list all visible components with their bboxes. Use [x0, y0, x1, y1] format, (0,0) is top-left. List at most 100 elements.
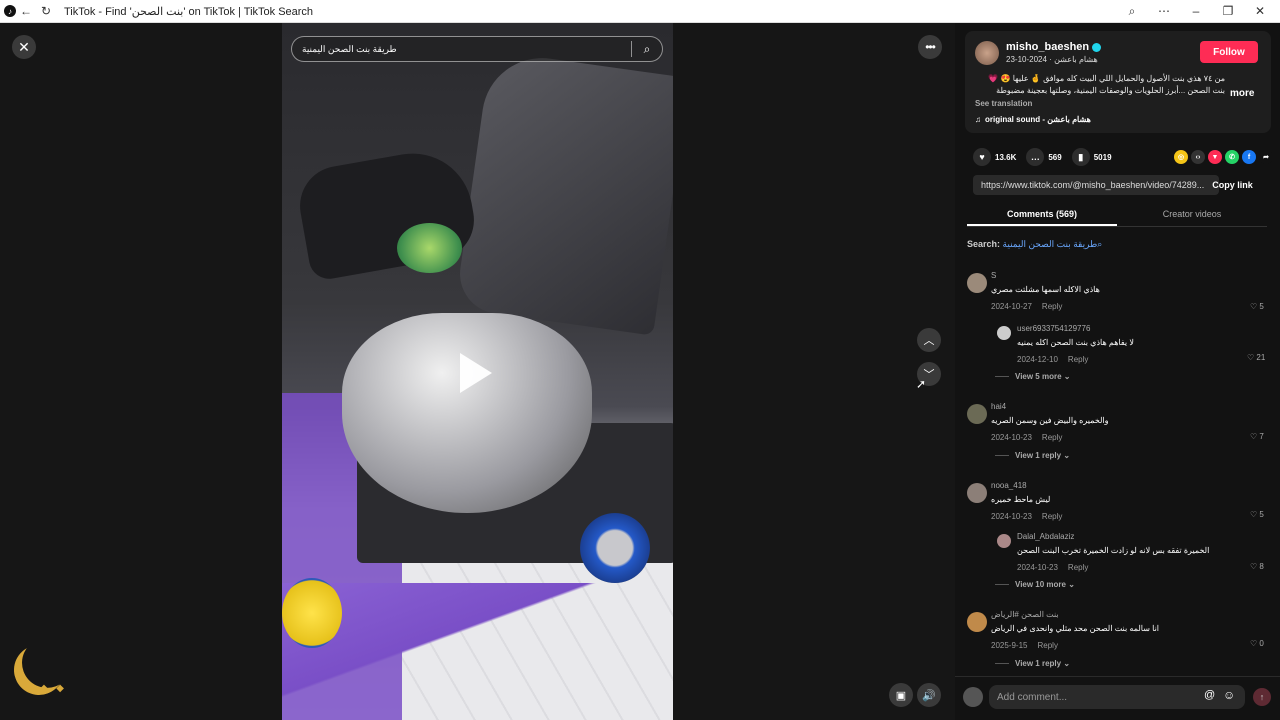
- reply-button[interactable]: Reply: [1042, 433, 1062, 442]
- avatar[interactable]: [967, 273, 987, 293]
- avatar[interactable]: [967, 483, 987, 503]
- comment-search-suggestion[interactable]: Search: طريقة بنت الصحن اليمنية⌕: [967, 239, 1102, 250]
- current-user-avatar: [963, 687, 983, 707]
- sound-link[interactable]: ♫ original sound - هشام باعشن: [975, 115, 1091, 124]
- comment-username[interactable]: Dalal_Abdalaziz: [1017, 532, 1074, 541]
- comment-text: ليش ماحط خميره: [991, 495, 1051, 504]
- view-replies[interactable]: View 1 reply ⌄: [995, 451, 1070, 460]
- embed-icon[interactable]: ‹›: [1191, 150, 1205, 164]
- close-player-button[interactable]: ✕: [12, 35, 36, 59]
- floating-player-button[interactable]: ▣: [889, 683, 913, 707]
- video-link-field[interactable]: https://www.tiktok.com/@misho_baeshen/vi…: [973, 175, 1219, 195]
- comment-like[interactable]: ♡ 21: [1247, 353, 1265, 362]
- view-more-replies[interactable]: View 10 more ⌄: [995, 580, 1075, 589]
- reply-button[interactable]: Reply: [1068, 563, 1088, 572]
- comment-username[interactable]: nooa_418: [991, 481, 1027, 490]
- comment-date: 2024-10-27: [991, 302, 1032, 311]
- tab-comments[interactable]: Comments (569): [967, 203, 1117, 226]
- heart-outline-icon: ♡: [1250, 510, 1260, 519]
- view-more-label: View 5 more: [1015, 372, 1062, 381]
- comment-like[interactable]: ♡ 8: [1250, 562, 1264, 571]
- emoji-icon[interactable]: ☺: [1223, 688, 1235, 702]
- comment-like[interactable]: ♡ 5: [1250, 302, 1264, 311]
- tab-creator-videos[interactable]: Creator videos: [1117, 203, 1267, 226]
- verified-icon: [1092, 42, 1102, 52]
- save-button[interactable]: ▮ 5019: [1071, 148, 1112, 166]
- post-date: 2024-10-23: [1006, 55, 1047, 64]
- close-window-icon[interactable]: ✕: [1246, 4, 1274, 19]
- comment-like[interactable]: ♡ 0: [1250, 639, 1264, 648]
- send-share-icon[interactable]: ▼: [1208, 150, 1222, 164]
- more-options-icon[interactable]: ⋯: [1150, 4, 1178, 19]
- coin-share-icon[interactable]: ◎: [1174, 150, 1188, 164]
- yellow-bowl: [282, 578, 342, 648]
- comment-username[interactable]: بنت الصحن #الرياض: [991, 610, 1059, 619]
- mention-icon[interactable]: @: [1204, 689, 1215, 701]
- sound-label: original sound: [985, 115, 1041, 124]
- more-link[interactable]: more: [1230, 88, 1254, 99]
- whatsapp-icon[interactable]: ✆: [1225, 150, 1239, 164]
- previous-video-button[interactable]: ︿: [917, 328, 941, 352]
- comment-text: الخميرة تفقه بس لانه لو زادت الخميرة تخر…: [1017, 546, 1210, 555]
- reload-icon[interactable]: ↻: [36, 0, 56, 23]
- avatar[interactable]: [997, 326, 1011, 340]
- reply-button[interactable]: Reply: [1068, 355, 1088, 364]
- zoom-icon[interactable]: ⌕: [1118, 4, 1146, 19]
- minimize-icon[interactable]: –: [1182, 4, 1210, 19]
- comment-username[interactable]: S: [991, 271, 996, 280]
- speaker-icon: 🔊: [922, 689, 936, 702]
- volume-button[interactable]: 🔊: [917, 683, 941, 707]
- see-translation-link[interactable]: See translation: [975, 99, 1032, 108]
- video-search-query[interactable]: طريقة بنت الصحن اليمنية: [292, 44, 631, 55]
- play-icon[interactable]: [460, 353, 492, 393]
- author-avatar[interactable]: [975, 41, 999, 65]
- comment-meta: 2024-10-27 Reply: [991, 302, 1062, 311]
- search-icon[interactable]: ⌕: [632, 42, 662, 57]
- restore-icon[interactable]: ❐: [1214, 4, 1242, 19]
- like-button[interactable]: ♥ 13.6K: [973, 148, 1016, 166]
- author-username[interactable]: misho_baeshen: [1006, 41, 1102, 53]
- like-count: 8: [1259, 562, 1264, 571]
- avatar[interactable]: [997, 534, 1011, 548]
- heart-outline-icon: ♡: [1250, 562, 1260, 571]
- search-keyword[interactable]: طريقة بنت الصحن اليمنية: [1003, 239, 1098, 249]
- comment-meta: 2024-10-23 Reply: [1017, 563, 1088, 572]
- comment-like[interactable]: ♡ 5: [1250, 510, 1264, 519]
- comment-date: 2024-10-23: [1017, 563, 1058, 572]
- avatar[interactable]: [967, 612, 987, 632]
- video-player[interactable]: طريقة بنت الصحن اليمنية ⌕: [282, 23, 673, 720]
- video-search-bar[interactable]: طريقة بنت الصحن اليمنية ⌕: [291, 36, 663, 62]
- share-icons: ◎ ‹› ▼ ✆ f ➦: [1174, 150, 1273, 164]
- comment-item: بنت الصحن #الرياض انا سالمه بنت الصحن مح…: [967, 610, 1267, 650]
- pip-icon: ▣: [895, 689, 907, 702]
- share-arrow-icon[interactable]: ➦: [1259, 150, 1273, 164]
- view-replies[interactable]: View 1 reply ⌄: [995, 659, 1070, 668]
- reply-button[interactable]: Reply: [1042, 512, 1062, 521]
- comment-count: 569: [1048, 152, 1062, 162]
- avatar[interactable]: [967, 404, 987, 424]
- author-card: misho_baeshen هشام باعشن · 2024-10-23 Fo…: [965, 31, 1271, 133]
- back-arrow-icon[interactable]: ←: [16, 0, 36, 23]
- more-options-button[interactable]: •••: [918, 35, 942, 59]
- comment-meta: 2024-10-23 Reply: [991, 512, 1062, 521]
- reply-button[interactable]: Reply: [1042, 302, 1062, 311]
- comment-like[interactable]: ♡ 7: [1250, 432, 1264, 441]
- view-more-replies[interactable]: View 5 more ⌄: [995, 372, 1070, 381]
- heart-outline-icon: ♡: [1247, 353, 1257, 362]
- reply-button[interactable]: Reply: [1037, 641, 1057, 650]
- author-display-name: هشام باعشن: [1054, 55, 1098, 64]
- comment-button[interactable]: … 569: [1026, 148, 1062, 166]
- comment-text: لا يفاهم هاذي بنت الصحن اكله يمنيه: [1017, 338, 1134, 347]
- comment-date: 2024-10-23: [991, 512, 1032, 521]
- comment-username[interactable]: user6933754129776: [1017, 324, 1090, 333]
- follow-button[interactable]: Follow: [1200, 41, 1258, 63]
- lantern-decoration: ◆ ◆ ◆: [24, 683, 64, 694]
- comment-date: 2024-10-23: [991, 433, 1032, 442]
- copy-link-button[interactable]: Copy link: [1205, 175, 1260, 195]
- send-comment-button[interactable]: ↑: [1253, 688, 1271, 706]
- chevron-down-icon: ⌄: [1063, 372, 1071, 381]
- comment-item: nooa_418 ليش ماحط خميره 2024-10-23 Reply: [967, 481, 1267, 521]
- comment-username[interactable]: hai4: [991, 402, 1006, 411]
- view-more-label: View 1 reply: [1015, 659, 1062, 668]
- facebook-icon[interactable]: f: [1242, 150, 1256, 164]
